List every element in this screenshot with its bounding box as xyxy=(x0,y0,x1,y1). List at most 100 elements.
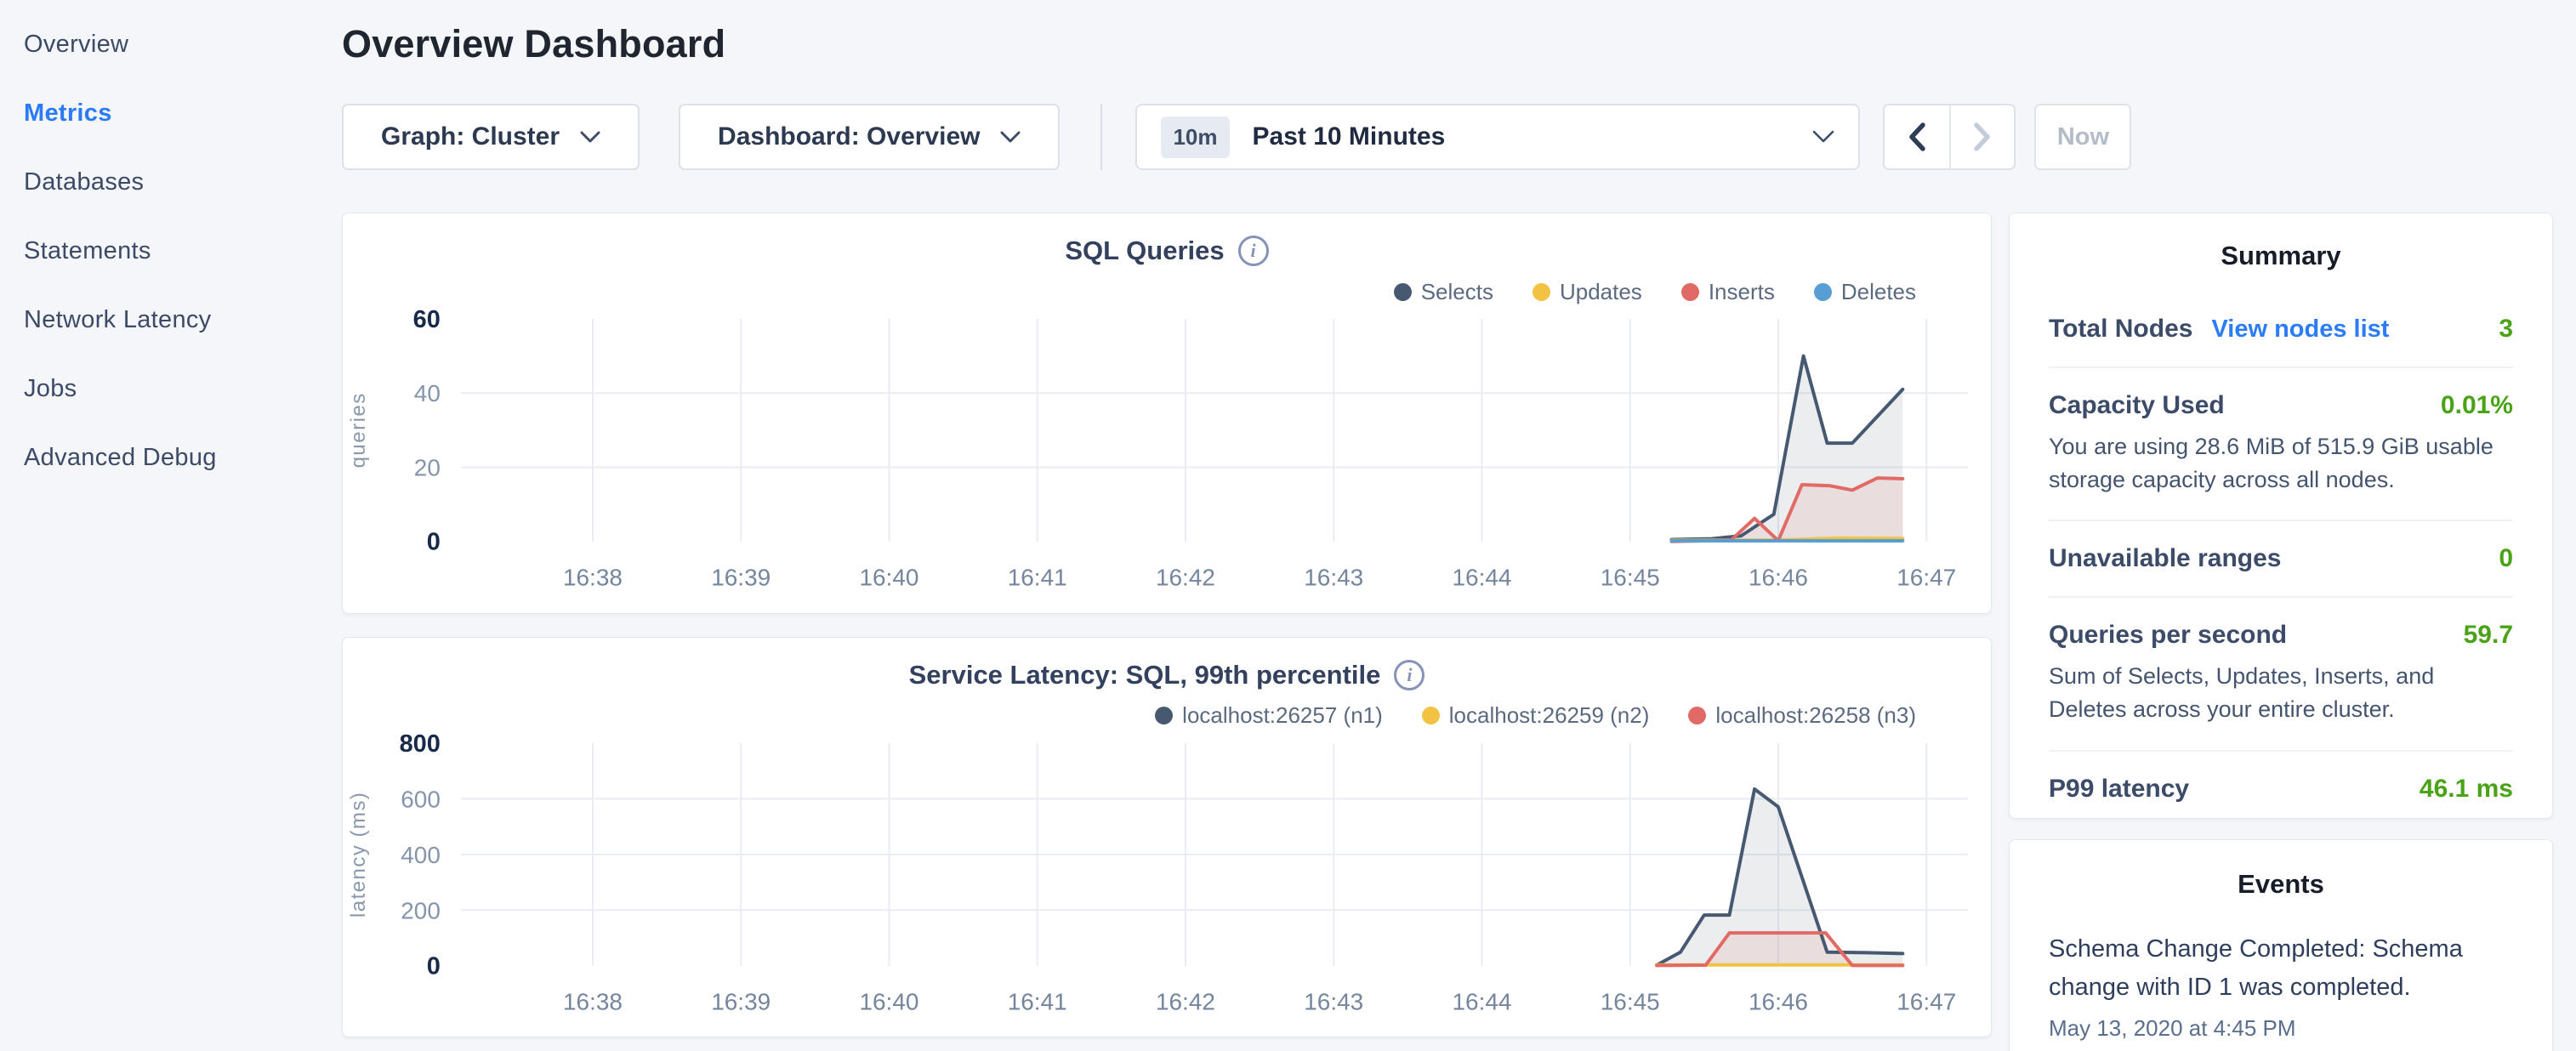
y-tick-label: 600 xyxy=(401,786,441,812)
x-tick-label: 16:39 xyxy=(711,988,771,1014)
sidebar-item-statements[interactable]: Statements xyxy=(0,217,342,286)
x-tick-label: 16:43 xyxy=(1304,565,1363,591)
legend-dot-icon xyxy=(1681,283,1699,301)
y-axis-unit-label: latency (ms) xyxy=(347,791,370,917)
side-column: Summary Total Nodes View nodes list 3 Ca… xyxy=(2009,213,2553,1051)
legend-label: Updates xyxy=(1560,279,1642,305)
legend-item[interactable]: localhost:26259 (n2) xyxy=(1422,702,1650,729)
capacity-used-label: Capacity Used xyxy=(2049,391,2225,420)
content-row: SQL Queries i Selects Updates Inserts Delet… xyxy=(342,213,2576,1051)
service-latency-chart-panel: Service Latency: SQL, 99th percentile i … xyxy=(342,637,1992,1038)
events-panel: Events Schema Change Completed: Schema c… xyxy=(2009,839,2553,1051)
time-prev-button[interactable] xyxy=(1885,105,1949,168)
legend-label: Inserts xyxy=(1709,279,1775,305)
toolbar-divider xyxy=(1100,104,1102,170)
legend-item[interactable]: Updates xyxy=(1533,279,1642,305)
p99-latency-label: P99 latency xyxy=(2049,775,2189,804)
summary-heading: Summary xyxy=(2049,241,2513,271)
x-tick-label: 16:47 xyxy=(1896,988,1956,1014)
time-pager xyxy=(1883,104,2016,170)
app-root: Overview Metrics Databases Statements Ne… xyxy=(0,0,2576,1051)
chart-title: Service Latency: SQL, 99th percentile xyxy=(909,660,1381,690)
y-tick-label: 400 xyxy=(401,841,441,867)
chevron-down-icon xyxy=(1000,131,1021,144)
x-tick-label: 16:38 xyxy=(563,988,623,1014)
x-tick-label: 16:41 xyxy=(1008,565,1067,591)
chart-plot: 16:3816:3916:4016:4116:4216:4316:4416:45… xyxy=(343,307,1991,613)
y-tick-label: 60 xyxy=(413,307,441,333)
dashboard-dropdown[interactable]: Dashboard: Overview xyxy=(679,104,1060,170)
toolbar: Graph: Cluster Dashboard: Overview 10m P… xyxy=(342,104,2576,170)
info-icon[interactable]: i xyxy=(1394,660,1424,690)
charts-column: SQL Queries i Selects Updates Inserts Delet… xyxy=(342,213,1992,1051)
x-tick-label: 16:39 xyxy=(711,565,771,591)
chart-plot: 16:3816:3916:4016:4116:4216:4316:4416:45… xyxy=(343,731,1991,1037)
time-range-label: Past 10 Minutes xyxy=(1253,122,1446,151)
x-tick-label: 16:45 xyxy=(1601,565,1660,591)
x-tick-label: 16:43 xyxy=(1304,988,1363,1014)
x-tick-label: 16:42 xyxy=(1156,565,1215,591)
legend-label: localhost:26257 (n1) xyxy=(1182,702,1383,729)
legend-dot-icon xyxy=(1394,283,1412,301)
x-tick-label: 16:41 xyxy=(1008,988,1067,1014)
x-tick-label: 16:45 xyxy=(1601,988,1660,1014)
graph-scope-dropdown-label: Graph: Cluster xyxy=(381,122,560,151)
sidebar-item-advanced-debug[interactable]: Advanced Debug xyxy=(0,423,342,492)
chart-canvas: 16:3816:3916:4016:4116:4216:4316:4416:45… xyxy=(343,731,1991,1037)
summary-qps-section: Queries per second 59.7 Sum of Selects, … xyxy=(2049,598,2513,751)
chart-legend: Selects Updates Inserts Deletes xyxy=(343,278,1916,305)
event-timestamp: May 13, 2020 at 4:45 PM xyxy=(2049,1015,2513,1042)
queries-per-second-label: Queries per second xyxy=(2049,621,2287,650)
x-tick-label: 16:38 xyxy=(563,565,623,591)
legend-dot-icon xyxy=(1688,707,1706,724)
summary-p99-section: P99 latency 46.1 ms xyxy=(2049,752,2513,819)
summary-total-nodes-section: Total Nodes View nodes list 3 xyxy=(2049,292,2513,368)
summary-capacity-section: Capacity Used 0.01% You are using 28.6 M… xyxy=(2049,368,2513,521)
event-text: Schema Change Completed: Schema change w… xyxy=(2049,930,2513,1007)
sidebar-item-metrics[interactable]: Metrics xyxy=(0,79,342,148)
sidebar: Overview Metrics Databases Statements Ne… xyxy=(0,0,342,1051)
sidebar-item-network-latency[interactable]: Network Latency xyxy=(0,286,342,355)
info-icon[interactable]: i xyxy=(1238,236,1269,266)
legend-dot-icon xyxy=(1422,707,1440,724)
x-tick-label: 16:44 xyxy=(1452,988,1511,1014)
event-item[interactable]: Schema Change Completed: Schema change w… xyxy=(2049,930,2513,1042)
legend-item[interactable]: localhost:26258 (n3) xyxy=(1688,702,1916,729)
unavailable-ranges-value: 0 xyxy=(2499,544,2513,573)
y-tick-label: 0 xyxy=(427,952,441,980)
chart-title-row: Service Latency: SQL, 99th percentile i xyxy=(343,660,1991,690)
dashboard-dropdown-label: Dashboard: Overview xyxy=(718,122,980,151)
unavailable-ranges-label: Unavailable ranges xyxy=(2049,544,2281,573)
page-title: Overview Dashboard xyxy=(342,22,2576,66)
sidebar-item-overview[interactable]: Overview xyxy=(0,10,342,79)
legend-item[interactable]: Selects xyxy=(1394,279,1493,305)
time-range-badge: 10m xyxy=(1161,116,1229,158)
legend-item[interactable]: Inserts xyxy=(1681,279,1775,305)
time-next-button[interactable] xyxy=(1949,105,2014,168)
sidebar-item-databases[interactable]: Databases xyxy=(0,148,342,217)
y-axis-unit-label: queries xyxy=(347,392,370,468)
y-tick-label: 800 xyxy=(400,731,441,758)
legend-dot-icon xyxy=(1155,707,1173,724)
time-range-dropdown[interactable]: 10m Past 10 Minutes xyxy=(1135,104,1860,170)
chart-title-row: SQL Queries i xyxy=(343,236,1991,266)
summary-panel: Summary Total Nodes View nodes list 3 Ca… xyxy=(2009,213,2553,819)
x-tick-label: 16:44 xyxy=(1452,565,1511,591)
x-tick-label: 16:46 xyxy=(1749,565,1808,591)
y-tick-label: 40 xyxy=(414,380,441,406)
legend-label: localhost:26259 (n2) xyxy=(1449,702,1650,729)
x-tick-label: 16:42 xyxy=(1156,988,1215,1014)
sidebar-item-jobs[interactable]: Jobs xyxy=(0,355,342,423)
queries-per-second-value: 59.7 xyxy=(2464,621,2513,650)
now-button[interactable]: Now xyxy=(2034,104,2131,170)
view-nodes-link[interactable]: View nodes list xyxy=(2211,315,2389,344)
legend-label: Deletes xyxy=(1841,279,1916,305)
chart-legend: localhost:26257 (n1) localhost:26259 (n2)… xyxy=(343,702,1916,730)
graph-scope-dropdown[interactable]: Graph: Cluster xyxy=(342,104,640,170)
legend-item[interactable]: localhost:26257 (n1) xyxy=(1155,702,1383,729)
legend-item[interactable]: Deletes xyxy=(1814,279,1916,305)
y-tick-label: 20 xyxy=(414,454,441,480)
x-tick-label: 16:46 xyxy=(1749,988,1808,1014)
chevron-right-icon xyxy=(1973,122,1992,152)
queries-per-second-description: Sum of Selects, Updates, Inserts, and De… xyxy=(2049,660,2513,726)
